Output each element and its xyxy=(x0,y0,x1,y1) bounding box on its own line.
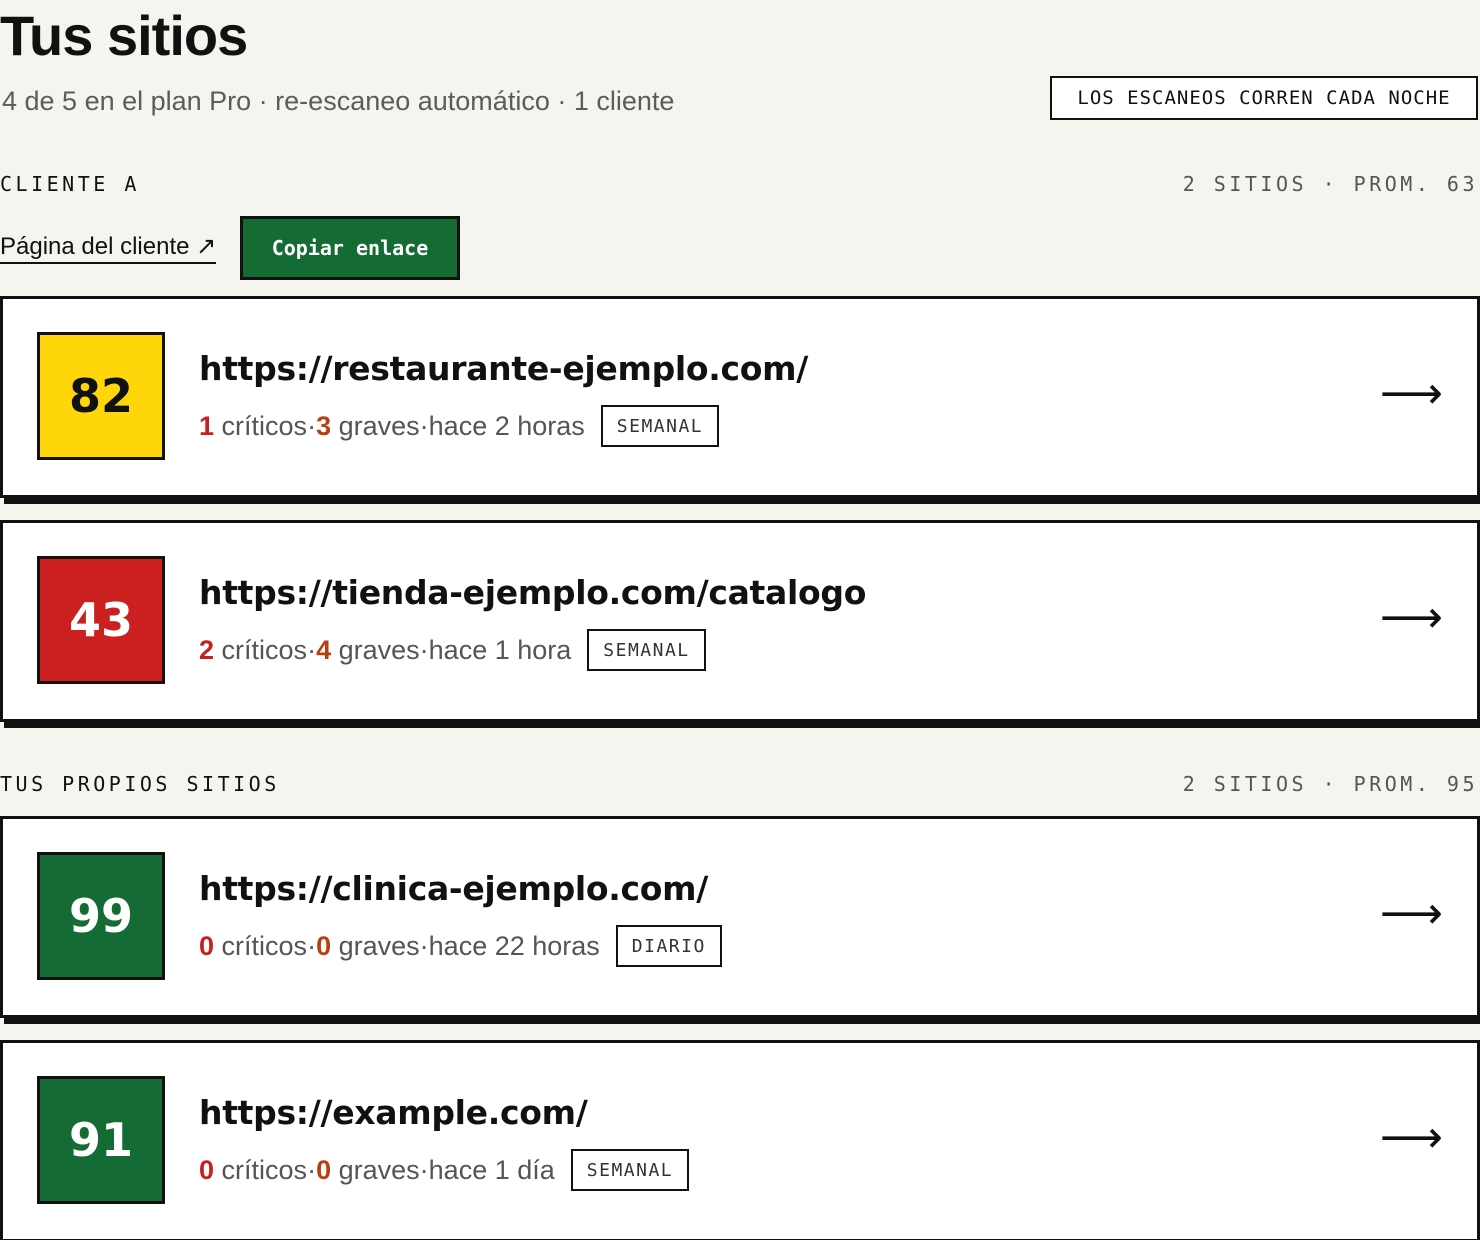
criticos-count: 0 xyxy=(199,930,215,961)
score-badge: 43 xyxy=(37,556,165,684)
site-meta: 1 críticos · 3 graves · hace 2 horas SEM… xyxy=(199,405,720,447)
criticos-count: 0 xyxy=(199,1154,215,1185)
section-meta-cliente-a: 2 SITIOS · PROM. 63 xyxy=(1182,172,1478,196)
site-url: https://tienda-ejemplo.com/catalogo xyxy=(199,573,867,612)
page-subtitle: 4 de 5 en el plan Pro · re-escaneo autom… xyxy=(2,86,675,116)
separator: · xyxy=(419,930,429,961)
section-label-cliente-a: CLIENTE A xyxy=(0,172,140,196)
site-meta: 0 críticos · 0 graves · hace 1 día SEMAN… xyxy=(199,1149,690,1191)
site-meta: 0 críticos · 0 graves · hace 22 horas DI… xyxy=(199,925,722,967)
last-scan-time: hace 1 día xyxy=(428,1154,555,1185)
site-card[interactable]: 82 https://restaurante-ejemplo.com/ 1 cr… xyxy=(0,296,1480,498)
separator: · xyxy=(307,1154,317,1185)
graves-label: graves xyxy=(338,410,420,441)
client-page-link[interactable]: Página del cliente ↗ xyxy=(0,232,217,264)
site-meta: 2 críticos · 4 graves · hace 1 hora SEMA… xyxy=(199,629,706,671)
graves-count: 4 xyxy=(316,634,332,665)
separator: · xyxy=(419,410,429,441)
score-badge: 99 xyxy=(37,852,165,980)
graves-count: 3 xyxy=(316,410,332,441)
graves-label: graves xyxy=(338,634,420,665)
section-label-own-sites: TUS PROPIOS SITIOS xyxy=(0,772,280,796)
frequency-badge: SEMANAL xyxy=(570,1149,690,1191)
score-badge: 91 xyxy=(37,1076,165,1204)
frequency-badge: SEMANAL xyxy=(587,629,706,671)
site-card[interactable]: 99 https://clinica-ejemplo.com/ 0 crític… xyxy=(0,816,1480,1018)
separator: · xyxy=(307,634,317,665)
arrow-right-icon[interactable]: ⟶ xyxy=(1380,593,1443,643)
site-url: https://restaurante-ejemplo.com/ xyxy=(199,349,809,388)
criticos-count: 1 xyxy=(199,410,215,441)
last-scan-time: hace 2 horas xyxy=(428,410,585,441)
last-scan-time: hace 22 horas xyxy=(428,930,600,961)
arrow-right-icon[interactable]: ⟶ xyxy=(1380,1113,1443,1163)
last-scan-time: hace 1 hora xyxy=(428,634,572,665)
copy-link-button[interactable]: Copiar enlace xyxy=(240,216,460,280)
site-url: https://example.com/ xyxy=(199,1093,588,1132)
separator: · xyxy=(307,930,317,961)
frequency-badge: DIARIO xyxy=(615,925,722,967)
criticos-label: críticos xyxy=(221,410,308,441)
site-card[interactable]: 91 https://example.com/ 0 críticos · 0 g… xyxy=(0,1040,1480,1240)
score-badge: 82 xyxy=(37,332,165,460)
site-card[interactable]: 43 https://tienda-ejemplo.com/catalogo 2… xyxy=(0,520,1480,722)
separator: · xyxy=(307,410,317,441)
sites-page: Tus sitios 4 de 5 en el plan Pro · re-es… xyxy=(0,0,1480,1240)
separator: · xyxy=(419,634,429,665)
criticos-count: 2 xyxy=(199,634,215,665)
graves-label: graves xyxy=(338,1154,420,1185)
separator: · xyxy=(419,1154,429,1185)
nightly-scan-badge: LOS ESCANEOS CORREN CADA NOCHE xyxy=(1050,76,1478,120)
arrow-right-icon[interactable]: ⟶ xyxy=(1380,369,1443,419)
criticos-label: críticos xyxy=(221,634,308,665)
site-url: https://clinica-ejemplo.com/ xyxy=(199,869,708,908)
graves-label: graves xyxy=(338,930,420,961)
page-title: Tus sitios xyxy=(0,4,248,67)
graves-count: 0 xyxy=(316,1154,332,1185)
criticos-label: críticos xyxy=(221,1154,308,1185)
section-meta-own-sites: 2 SITIOS · PROM. 95 xyxy=(1182,772,1478,796)
criticos-label: críticos xyxy=(221,930,308,961)
arrow-right-icon[interactable]: ⟶ xyxy=(1380,889,1443,939)
graves-count: 0 xyxy=(316,930,332,961)
frequency-badge: SEMANAL xyxy=(600,405,720,447)
